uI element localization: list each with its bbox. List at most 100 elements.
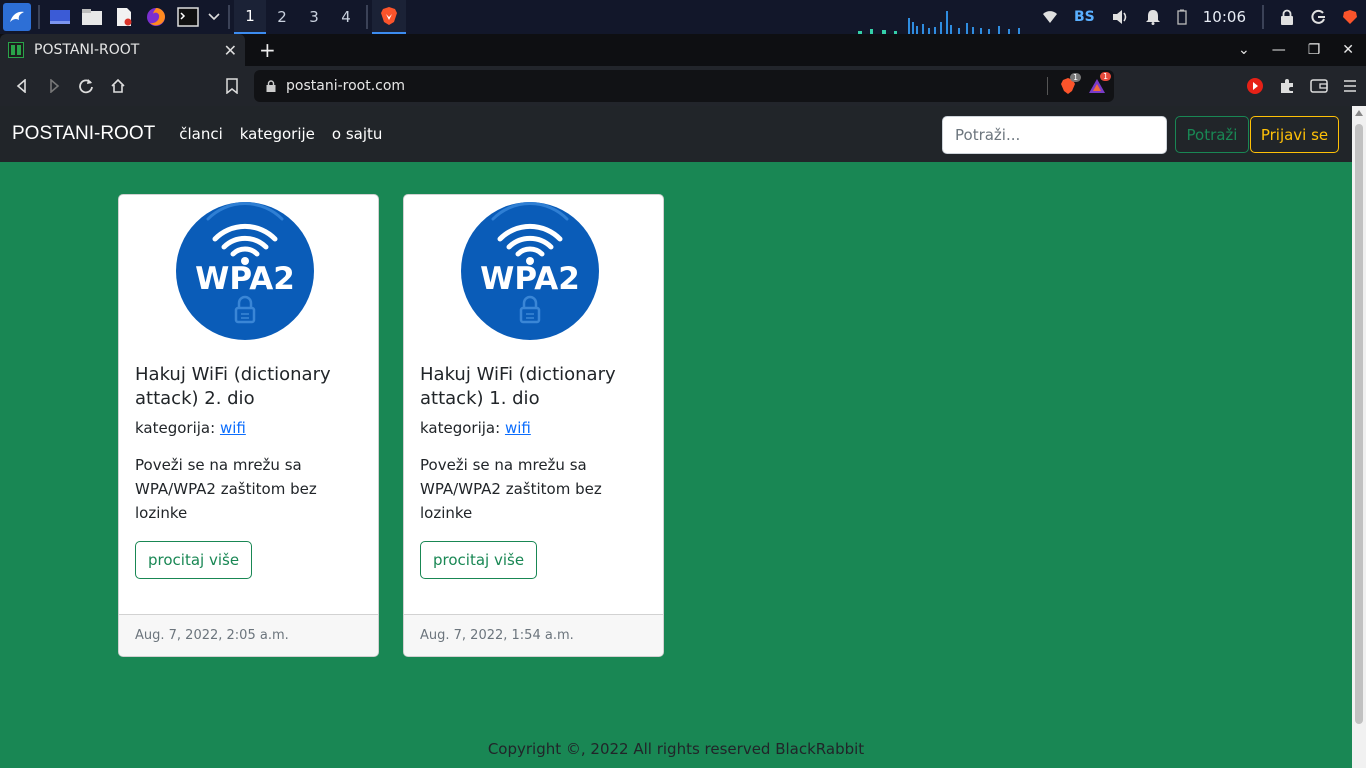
read-more-button[interactable]: procitaj više	[135, 541, 253, 579]
kali-menu-icon[interactable]	[3, 3, 31, 31]
launcher-group	[0, 0, 234, 34]
card-category: kategorija: wifi	[420, 419, 651, 437]
power-icon[interactable]	[1342, 9, 1358, 25]
rewards-count-badge: 1	[1100, 72, 1112, 81]
category-label: kategorija:	[420, 419, 501, 437]
category-link-wifi[interactable]: wifi	[220, 419, 246, 437]
page-scrollbar[interactable]	[1352, 106, 1366, 768]
wpa2-logo-text: WPA2	[195, 261, 295, 297]
taskbar-separator	[38, 5, 40, 29]
card-body: Hakuj WiFi (dictionary attack) 2. dio ka…	[135, 363, 366, 579]
card-title: Hakuj WiFi (dictionary attack) 1. dio	[420, 364, 616, 409]
file-manager-icon[interactable]	[79, 4, 105, 30]
bell-icon[interactable]	[1145, 9, 1161, 25]
os-taskbar: 1 2 3 4 BS 10:06	[0, 0, 1366, 34]
site-navbar: POSTANI-ROOT članci kategorije o sajtu P…	[0, 106, 1352, 162]
forward-button[interactable]	[38, 70, 70, 102]
nav-link-kategorije[interactable]: kategorije	[240, 125, 315, 143]
tab-postani-root[interactable]: POSTANI-ROOT ✕	[0, 34, 245, 66]
category-link-wifi[interactable]: wifi	[505, 419, 531, 437]
card-footer-date: Aug. 7, 2022, 1:54 a.m.	[404, 614, 663, 656]
workspace-4[interactable]: 4	[330, 0, 362, 34]
extensions-puzzle-icon[interactable]	[1278, 77, 1296, 95]
page-footer: Copyright ©, 2022 All rights reserved Bl…	[487, 740, 865, 758]
url-text[interactable]: postani-root.com	[286, 78, 405, 94]
brave-shields-icon[interactable]: 1	[1060, 73, 1082, 95]
search-button[interactable]: Potraži	[1175, 116, 1249, 153]
back-button[interactable]	[6, 70, 38, 102]
reload-icon	[79, 79, 93, 94]
shields-count-badge: 1	[1070, 73, 1082, 82]
scroll-up-arrow-icon[interactable]	[1355, 110, 1363, 116]
tab-list-chevron-icon[interactable]: ⌄	[1238, 42, 1250, 58]
close-window-icon[interactable]: ✕	[1342, 42, 1354, 58]
bookmark-icon	[226, 78, 238, 94]
brave-rewards-icon[interactable]: 1	[1088, 72, 1112, 94]
address-divider	[1047, 77, 1048, 95]
nav-link-clanci[interactable]: članci	[179, 125, 223, 143]
workspace-1[interactable]: 1	[234, 0, 266, 34]
nav-link-o-sajtu[interactable]: o sajtu	[332, 125, 383, 143]
browser-toolbar: postani-root.com 1 1	[0, 66, 1366, 106]
card-category: kategorija: wifi	[135, 419, 366, 437]
tab-title: POSTANI-ROOT	[34, 42, 140, 58]
wpa2-wifi-image: WPA2	[176, 202, 314, 340]
address-bar-actions: 1 1	[1047, 72, 1112, 95]
taskbar-separator	[228, 5, 230, 29]
card-text: Poveži se na mrežu sa WPA/WPA2 zaštitom …	[135, 456, 317, 522]
forward-arrow-icon	[50, 79, 60, 93]
window-controls: ⌄ — ❐ ✕	[1216, 34, 1354, 66]
hamburger-menu-icon[interactable]	[1342, 78, 1358, 94]
card-footer-date: Aug. 7, 2022, 2:05 a.m.	[119, 614, 378, 656]
search-input[interactable]	[942, 116, 1167, 154]
terminal-icon[interactable]	[175, 4, 201, 30]
network-activity-graph	[858, 11, 1020, 34]
brave-icon	[381, 7, 397, 25]
wifi-icon[interactable]	[1042, 10, 1058, 24]
site-favicon-icon	[8, 42, 24, 58]
scrollbar-thumb[interactable]	[1355, 124, 1363, 724]
keyboard-layout[interactable]: BS	[1074, 9, 1095, 25]
minimize-icon[interactable]: —	[1272, 42, 1286, 58]
card-text: Poveži se na mrežu sa WPA/WPA2 zaštitom …	[420, 456, 602, 522]
clock[interactable]: 10:06	[1203, 8, 1246, 26]
category-label: kategorija:	[135, 419, 216, 437]
extension-toolbar	[1246, 70, 1358, 102]
workspace-3[interactable]: 3	[298, 0, 330, 34]
card-body: Hakuj WiFi (dictionary attack) 1. dio ka…	[420, 363, 651, 579]
site-brand[interactable]: POSTANI-ROOT	[12, 123, 155, 145]
wpa2-logo-text: WPA2	[480, 261, 580, 297]
youtube-extension-icon[interactable]	[1246, 77, 1264, 95]
text-editor-icon[interactable]	[111, 4, 137, 30]
article-card: WPA2 Hakuj WiFi (dictionary attack) 1. d…	[403, 194, 664, 657]
address-bar[interactable]: postani-root.com 1 1	[254, 70, 1114, 102]
secure-lock-icon	[266, 80, 276, 92]
card-title: Hakuj WiFi (dictionary attack) 2. dio	[135, 364, 331, 409]
article-card: WPA2 Hakuj WiFi (dictionary attack) 2. d…	[118, 194, 379, 657]
maximize-icon[interactable]: ❐	[1308, 42, 1321, 58]
home-icon	[111, 78, 125, 93]
bookmark-button[interactable]	[216, 70, 248, 102]
back-arrow-icon	[16, 79, 26, 93]
show-desktop-icon[interactable]	[47, 4, 73, 30]
battery-icon[interactable]	[1177, 9, 1187, 25]
home-button[interactable]	[102, 70, 134, 102]
workspace-switcher: 1 2 3 4	[234, 0, 362, 34]
workspace-2[interactable]: 2	[266, 0, 298, 34]
read-more-button[interactable]: procitaj više	[420, 541, 538, 579]
volume-icon[interactable]	[1111, 9, 1129, 25]
browser-tab-bar: POSTANI-ROOT ✕ + ⌄ — ❐ ✕	[0, 34, 1366, 66]
wpa2-wifi-image: WPA2	[461, 202, 599, 340]
new-tab-button[interactable]: +	[259, 38, 276, 62]
wallet-icon[interactable]	[1310, 78, 1328, 94]
taskbar-separator	[1262, 5, 1264, 29]
close-tab-icon[interactable]: ✕	[224, 41, 237, 60]
firefox-icon[interactable]	[143, 4, 169, 30]
login-button[interactable]: Prijavi se	[1250, 116, 1339, 153]
brave-window-task[interactable]	[372, 0, 406, 34]
chevron-down-icon[interactable]	[207, 4, 221, 30]
system-tray: BS 10:06	[1034, 0, 1366, 34]
lock-screen-icon[interactable]	[1280, 9, 1294, 25]
reload-button[interactable]	[70, 70, 102, 102]
logout-icon[interactable]	[1310, 9, 1326, 25]
